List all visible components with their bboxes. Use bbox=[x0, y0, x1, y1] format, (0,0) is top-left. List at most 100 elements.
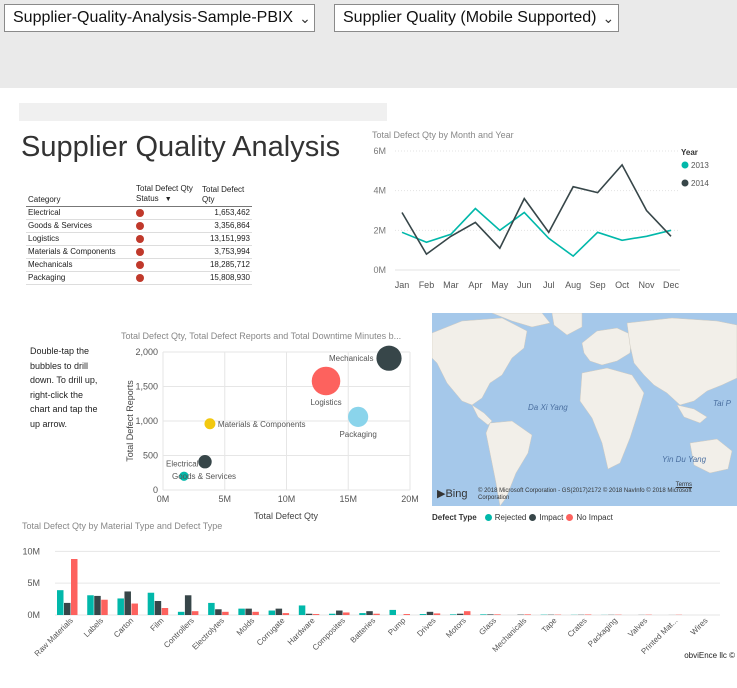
bubble-label: Logistics bbox=[310, 398, 341, 407]
bar bbox=[238, 608, 245, 615]
y-tick-label: 5M bbox=[27, 578, 40, 588]
qty-cell: 13,151,993 bbox=[200, 232, 252, 246]
drill-hint-text: Double-tap the bubbles to drill down. To… bbox=[30, 346, 98, 429]
legend-marker bbox=[681, 179, 689, 187]
table-row[interactable]: Mechanicals 18,285,712 bbox=[26, 258, 252, 272]
bubble-label: Packaging bbox=[339, 430, 376, 439]
y-tick-label: 2,000 bbox=[135, 347, 158, 357]
y-tick-label: 500 bbox=[143, 451, 158, 461]
table-row[interactable]: Packaging 15,808,930 bbox=[26, 271, 252, 285]
map-visual[interactable]: Da Xi Yang Yin Du Yang Tai P ▶Bing Terms… bbox=[432, 313, 737, 506]
x-tick-label: Film bbox=[149, 616, 166, 633]
bar bbox=[117, 598, 124, 615]
bar bbox=[87, 595, 94, 615]
x-tick-label: Wires bbox=[689, 616, 710, 637]
bar bbox=[305, 613, 313, 615]
bar bbox=[373, 613, 380, 615]
bar bbox=[456, 613, 464, 615]
bar bbox=[433, 613, 441, 615]
bar-chart-title: Total Defect Qty by Material Type and De… bbox=[22, 521, 223, 531]
sort-desc-icon[interactable]: ▼ bbox=[165, 196, 172, 203]
bubble bbox=[179, 471, 189, 481]
bubble bbox=[348, 406, 369, 427]
category-table: Category Total Defect Qty Status ▼ Total … bbox=[26, 184, 252, 285]
status-cell bbox=[134, 271, 200, 285]
x-tick-label: Drives bbox=[415, 616, 437, 638]
scatter-chart-title: Total Defect Qty, Total Defect Reports a… bbox=[121, 331, 402, 341]
bubble bbox=[198, 454, 212, 469]
y-tick-label: 0M bbox=[27, 610, 40, 620]
x-tick-label: Oct bbox=[615, 280, 630, 290]
x-tick-label: 15M bbox=[339, 494, 357, 504]
bar bbox=[389, 609, 396, 615]
status-dot-icon bbox=[136, 247, 144, 256]
bar bbox=[524, 614, 531, 615]
qty-cell: 1,653,462 bbox=[200, 206, 252, 220]
qty-cell: 15,808,930 bbox=[200, 271, 252, 285]
bubble-label: Goods & Services bbox=[172, 472, 236, 481]
category-cell: Materials & Components bbox=[26, 245, 134, 259]
x-tick-label: Printed Mat... bbox=[639, 616, 679, 656]
bar bbox=[463, 611, 471, 615]
page-dropdown[interactable]: Supplier Quality (Mobile Supported) ⌄ bbox=[334, 4, 619, 32]
bar bbox=[426, 611, 434, 615]
status-cell bbox=[134, 206, 200, 220]
report-dropdown[interactable]: Supplier-Quality-Analysis-Sample-PBIX ⌄ bbox=[4, 4, 315, 32]
y-tick-label: 10M bbox=[22, 546, 40, 556]
x-tick-label: Mechanicals bbox=[491, 616, 529, 654]
qty-cell: 3,356,864 bbox=[200, 219, 252, 233]
map-copyright: © 2018 Microsoft Corporation - GS(2017)2… bbox=[478, 488, 692, 501]
bar bbox=[208, 602, 215, 615]
x-tick-label: Controllers bbox=[162, 616, 196, 650]
column-header-status[interactable]: Total Defect Qty Status ▼ bbox=[134, 184, 200, 207]
table-row[interactable]: Goods & Services 3,356,864 bbox=[26, 219, 252, 233]
legend-title: Year bbox=[681, 148, 698, 157]
x-tick-label: 0M bbox=[157, 494, 170, 504]
bar bbox=[403, 614, 410, 615]
bar bbox=[161, 608, 169, 615]
impact-swatch bbox=[529, 514, 537, 521]
table-row[interactable]: Electrical 1,653,462 bbox=[26, 206, 252, 220]
x-tick-label: Dec bbox=[663, 280, 680, 290]
bar bbox=[282, 613, 290, 615]
bubble bbox=[376, 345, 402, 371]
status-cell bbox=[134, 258, 200, 272]
bar bbox=[147, 592, 155, 615]
bar bbox=[329, 613, 336, 615]
legend-marker bbox=[681, 161, 689, 169]
bar bbox=[131, 603, 138, 615]
category-cell: Logistics bbox=[26, 232, 134, 246]
bar bbox=[298, 605, 306, 615]
legend-no-impact: No Impact bbox=[576, 513, 613, 522]
x-tick-label: Valves bbox=[626, 616, 649, 639]
table-row[interactable]: Materials & Components 3,753,994 bbox=[26, 245, 252, 259]
y-tick-label: 6M bbox=[373, 146, 386, 156]
bubble-label: Mechanicals bbox=[329, 354, 373, 363]
bar bbox=[124, 591, 131, 615]
x-tick-label: 10M bbox=[278, 494, 296, 504]
status-dot-icon bbox=[136, 221, 144, 230]
chevron-down-icon: ⌄ bbox=[602, 9, 615, 26]
column-header-qty[interactable]: Total Defect Qty bbox=[200, 184, 252, 207]
bubble bbox=[204, 418, 216, 430]
y-tick-label: 0M bbox=[373, 265, 386, 275]
x-tick-label: Apr bbox=[468, 280, 482, 290]
x-tick-label: 20M bbox=[401, 494, 419, 504]
bar bbox=[419, 614, 427, 615]
status-cell bbox=[134, 232, 200, 246]
bar bbox=[177, 611, 185, 615]
x-tick-label: Tape bbox=[540, 616, 559, 635]
report-banner bbox=[19, 103, 387, 121]
world-map bbox=[432, 313, 737, 506]
x-tick-label: Nov bbox=[639, 280, 656, 290]
bar bbox=[191, 611, 199, 615]
table-row[interactable]: Logistics 13,151,993 bbox=[26, 232, 252, 246]
line-chart-title: Total Defect Qty by Month and Year bbox=[372, 130, 514, 140]
bar bbox=[154, 601, 162, 615]
column-header-category[interactable]: Category bbox=[26, 184, 134, 207]
chevron-down-icon: ⌄ bbox=[299, 9, 311, 26]
bar bbox=[222, 611, 229, 615]
x-tick-label: Batteries bbox=[348, 616, 377, 645]
y-tick-label: 4M bbox=[373, 186, 386, 196]
x-tick-label: Jun bbox=[517, 280, 532, 290]
